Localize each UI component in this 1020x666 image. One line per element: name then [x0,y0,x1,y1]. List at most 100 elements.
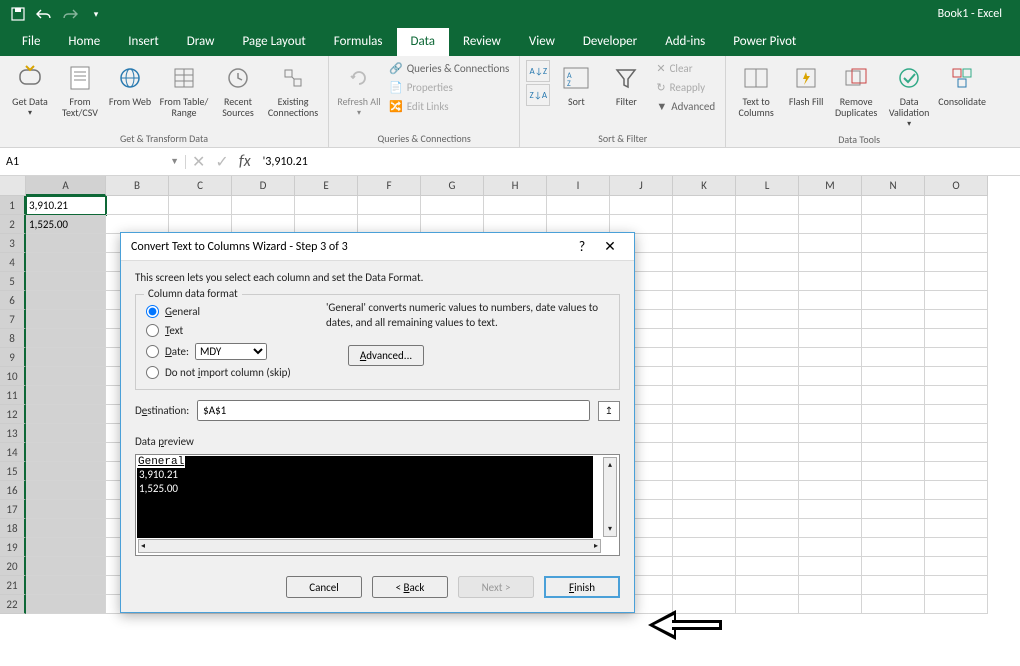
sort-desc-button[interactable]: Z↓A [526,84,550,106]
row-header[interactable]: 2 [0,215,26,234]
cell[interactable] [799,272,862,291]
cell[interactable] [799,538,862,557]
cell[interactable] [862,538,925,557]
cell[interactable] [736,576,799,595]
cell[interactable] [925,595,988,614]
cell[interactable] [799,576,862,595]
cell[interactable] [799,291,862,310]
col-header-a[interactable]: A [26,176,106,196]
cell[interactable] [862,519,925,538]
cell[interactable] [26,348,106,367]
cell[interactable] [862,329,925,348]
cell[interactable] [862,196,925,215]
tab-draw[interactable]: Draw [173,28,229,56]
cell[interactable] [736,234,799,253]
row-header[interactable]: 21 [0,576,26,595]
cell[interactable] [736,462,799,481]
radio-date[interactable]: Date: [146,345,189,358]
cell[interactable] [862,405,925,424]
cell[interactable] [736,424,799,443]
cell[interactable] [736,196,799,215]
remove-duplicates-button[interactable]: Remove Duplicates [832,60,880,131]
tab-view[interactable]: View [515,28,569,56]
radio-skip[interactable]: Do not import column (skip) [146,366,316,379]
cell[interactable] [925,234,988,253]
row-header[interactable]: 9 [0,348,26,367]
cell[interactable] [925,538,988,557]
cell[interactable] [799,557,862,576]
cell[interactable] [925,386,988,405]
accept-edit-icon[interactable]: ✓ [215,152,228,172]
cell[interactable] [925,348,988,367]
preview-hscroll[interactable]: ◂▸ [138,539,601,553]
cell[interactable] [26,443,106,462]
tab-developer[interactable]: Developer [569,28,651,56]
cell[interactable] [169,196,232,215]
cell[interactable]: 1,525.00 [26,215,106,234]
qat-customize-icon[interactable]: ▾ [84,3,108,25]
formula-input[interactable] [257,155,1020,169]
cancel-edit-icon[interactable]: ✕ [192,152,205,172]
row-header[interactable]: 7 [0,310,26,329]
cell[interactable] [673,348,736,367]
cell[interactable] [26,500,106,519]
cell[interactable] [26,329,106,348]
cell[interactable] [673,443,736,462]
cell[interactable] [862,367,925,386]
edit-links-button[interactable]: 🔀Edit Links [385,98,513,115]
cell[interactable] [673,329,736,348]
row-header[interactable]: 12 [0,405,26,424]
cell[interactable] [673,386,736,405]
cell[interactable] [799,595,862,614]
name-box-input[interactable] [6,155,170,169]
cell[interactable] [26,367,106,386]
col-header-o[interactable]: O [925,176,988,196]
row-header[interactable]: 13 [0,424,26,443]
refresh-all-button[interactable]: Refresh All▾ [335,60,383,120]
cell[interactable] [26,253,106,272]
cell[interactable] [736,329,799,348]
cell[interactable] [673,538,736,557]
cell[interactable] [799,405,862,424]
row-header[interactable]: 14 [0,443,26,462]
cell[interactable] [736,481,799,500]
cell[interactable] [26,519,106,538]
radio-text[interactable]: Text [146,324,316,337]
cell[interactable] [421,196,484,215]
col-header-f[interactable]: F [358,176,421,196]
col-header-g[interactable]: G [421,176,484,196]
cell[interactable] [799,310,862,329]
col-header-n[interactable]: N [862,176,925,196]
row-header[interactable]: 8 [0,329,26,348]
cell[interactable] [799,519,862,538]
cell[interactable] [26,291,106,310]
cell[interactable] [673,519,736,538]
row-header[interactable]: 19 [0,538,26,557]
cell[interactable] [736,310,799,329]
cell[interactable] [673,481,736,500]
from-table-range-button[interactable]: From Table/ Range [156,60,212,120]
cell[interactable] [358,196,421,215]
cell[interactable] [26,481,106,500]
filter-button[interactable]: Filter [602,60,650,115]
tab-file[interactable]: File [8,28,54,56]
from-text-csv-button[interactable]: From Text/CSV [56,60,104,120]
cell[interactable] [736,538,799,557]
col-header-c[interactable]: C [169,176,232,196]
redo-icon[interactable] [58,3,82,25]
radio-general[interactable]: General [146,305,316,318]
cell[interactable] [799,481,862,500]
row-header[interactable]: 22 [0,595,26,614]
col-header-m[interactable]: M [799,176,862,196]
cell[interactable] [673,310,736,329]
close-button[interactable]: ✕ [596,238,624,255]
cell[interactable] [673,424,736,443]
col-header-d[interactable]: D [232,176,295,196]
cell[interactable] [736,557,799,576]
row-header[interactable]: 20 [0,557,26,576]
cell[interactable] [673,234,736,253]
cell[interactable] [862,215,925,234]
cell[interactable] [862,386,925,405]
cell[interactable] [925,215,988,234]
cell[interactable] [799,348,862,367]
